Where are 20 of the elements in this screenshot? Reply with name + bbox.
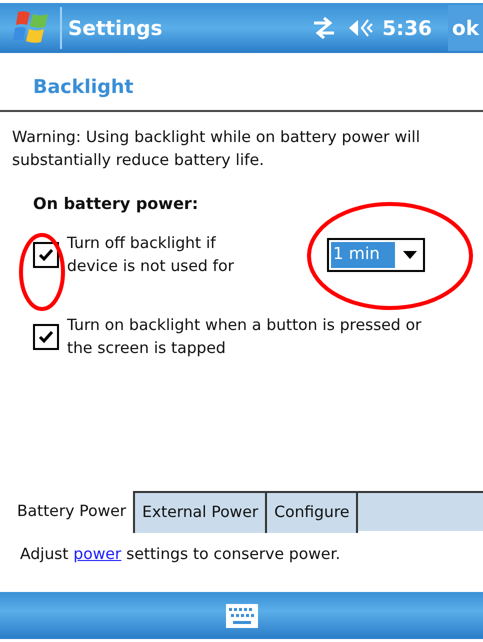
tab[interactable]: Battery Power <box>10 490 136 533</box>
clock: 5:36 <box>382 15 432 42</box>
check-mark-icon <box>38 248 54 262</box>
power-link[interactable]: power <box>73 544 122 563</box>
window-title: Settings <box>68 15 162 42</box>
check-mark-icon <box>38 330 54 344</box>
tab[interactable]: External Power <box>135 490 268 533</box>
option-label: Turn off backlight if device is not used for <box>67 232 235 276</box>
tab[interactable]: Configure <box>267 490 358 533</box>
speaker-icon <box>348 17 374 39</box>
checkbox[interactable] <box>33 242 59 268</box>
footer-text: Adjust power settings to conserve power. <box>19 544 342 565</box>
dropdown-arrow-icon <box>403 250 417 258</box>
checkbox[interactable] <box>33 324 59 350</box>
warning-text: Warning: Using backlight while on battery power will substantially reduce battery life. <box>11 126 422 170</box>
keyboard-icon[interactable] <box>226 604 258 628</box>
section-heading: On battery power: <box>32 192 200 214</box>
option-label: Turn on backlight when a button is pressed or the screen is tapped <box>67 314 422 358</box>
connectivity-icon <box>312 17 336 39</box>
page-title: Backlight <box>33 76 134 98</box>
